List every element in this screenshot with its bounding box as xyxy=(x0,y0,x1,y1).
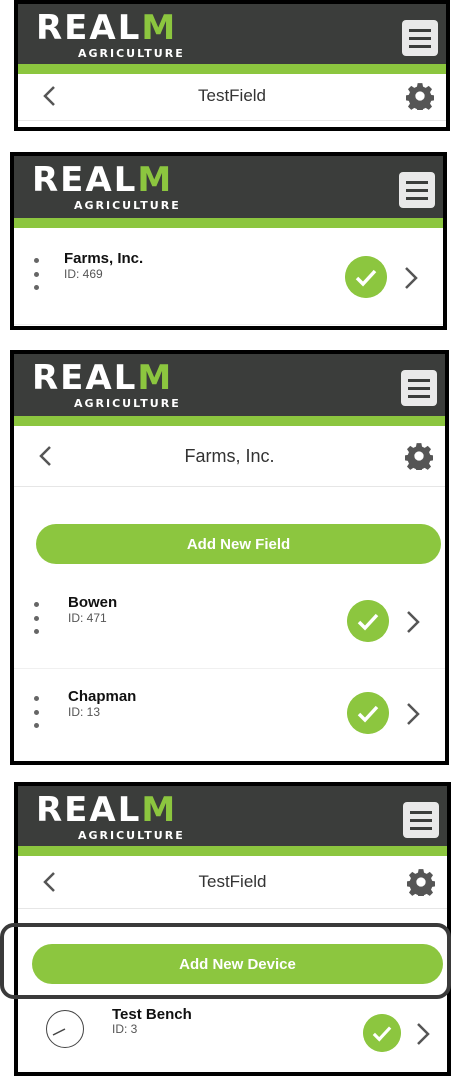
nav-bar: TestField xyxy=(18,856,447,909)
realm-logo: REALM AGRICULTURE xyxy=(32,358,181,410)
realm-logo: REALM AGRICULTURE xyxy=(32,160,181,212)
screen-farm-detail: REALM AGRICULTURE Farms, Inc. Add New Fi… xyxy=(10,350,449,765)
realm-logo: REALM AGRICULTURE xyxy=(36,790,185,842)
list-item[interactable]: Test Bench ID: 3 xyxy=(18,1000,447,1072)
page-title: TestField xyxy=(198,872,267,891)
menu-button[interactable] xyxy=(403,802,439,838)
drag-handle-icon[interactable] xyxy=(34,602,40,634)
chevron-right-icon[interactable] xyxy=(401,264,421,292)
item-name: Bowen xyxy=(68,594,118,611)
item-id: ID: 471 xyxy=(68,611,107,625)
gear-icon[interactable] xyxy=(407,868,435,896)
chevron-right-icon[interactable] xyxy=(403,700,423,728)
item-id: ID: 13 xyxy=(68,705,101,719)
nav-bar: TestField xyxy=(18,74,446,121)
screen-farms-list: REALM AGRICULTURE Farms, Inc. ID: 469 xyxy=(10,152,447,330)
app-header: REALM AGRICULTURE xyxy=(18,4,446,64)
check-circle-icon xyxy=(345,256,387,298)
gear-icon[interactable] xyxy=(405,442,433,470)
screen-testfield-header: REALM AGRICULTURE TestField xyxy=(14,0,450,131)
app-header: REALM AGRICULTURE xyxy=(18,786,447,846)
accent-bar xyxy=(14,218,443,228)
realm-logo: REALM AGRICULTURE xyxy=(36,8,185,60)
app-header: REALM AGRICULTURE xyxy=(14,156,443,218)
accent-bar xyxy=(14,416,445,426)
menu-button[interactable] xyxy=(401,370,437,406)
chevron-right-icon[interactable] xyxy=(413,1020,433,1048)
drag-handle-icon[interactable] xyxy=(34,258,40,290)
back-chevron-icon[interactable] xyxy=(38,870,62,894)
item-id: ID: 469 xyxy=(64,267,103,281)
add-new-field-button[interactable]: Add New Field xyxy=(36,524,441,564)
gauge-icon xyxy=(46,1010,84,1048)
check-circle-icon xyxy=(347,600,389,642)
nav-bar: Farms, Inc. xyxy=(14,426,445,487)
check-circle-icon xyxy=(363,1014,401,1052)
app-header: REALM AGRICULTURE xyxy=(14,354,445,416)
chevron-right-icon[interactable] xyxy=(403,608,423,636)
drag-handle-icon[interactable] xyxy=(34,696,40,728)
list-item[interactable]: Chapman ID: 13 xyxy=(14,668,445,760)
highlight-callout xyxy=(0,923,451,999)
list-item[interactable]: Bowen ID: 471 xyxy=(14,576,445,669)
item-id: ID: 3 xyxy=(112,1022,138,1036)
accent-bar xyxy=(18,64,446,74)
back-chevron-icon[interactable] xyxy=(38,84,62,108)
item-name: Test Bench xyxy=(112,1006,192,1023)
page-title: Farms, Inc. xyxy=(184,446,275,466)
page-title: TestField xyxy=(197,86,267,105)
menu-button[interactable] xyxy=(402,20,438,56)
accent-bar xyxy=(18,846,447,856)
gear-icon[interactable] xyxy=(406,82,434,110)
back-chevron-icon[interactable] xyxy=(34,444,58,468)
list-item[interactable]: Farms, Inc. ID: 469 xyxy=(14,228,443,325)
item-name: Farms, Inc. xyxy=(64,250,144,267)
check-circle-icon xyxy=(347,692,389,734)
item-name: Chapman xyxy=(68,688,137,705)
menu-button[interactable] xyxy=(399,172,435,208)
